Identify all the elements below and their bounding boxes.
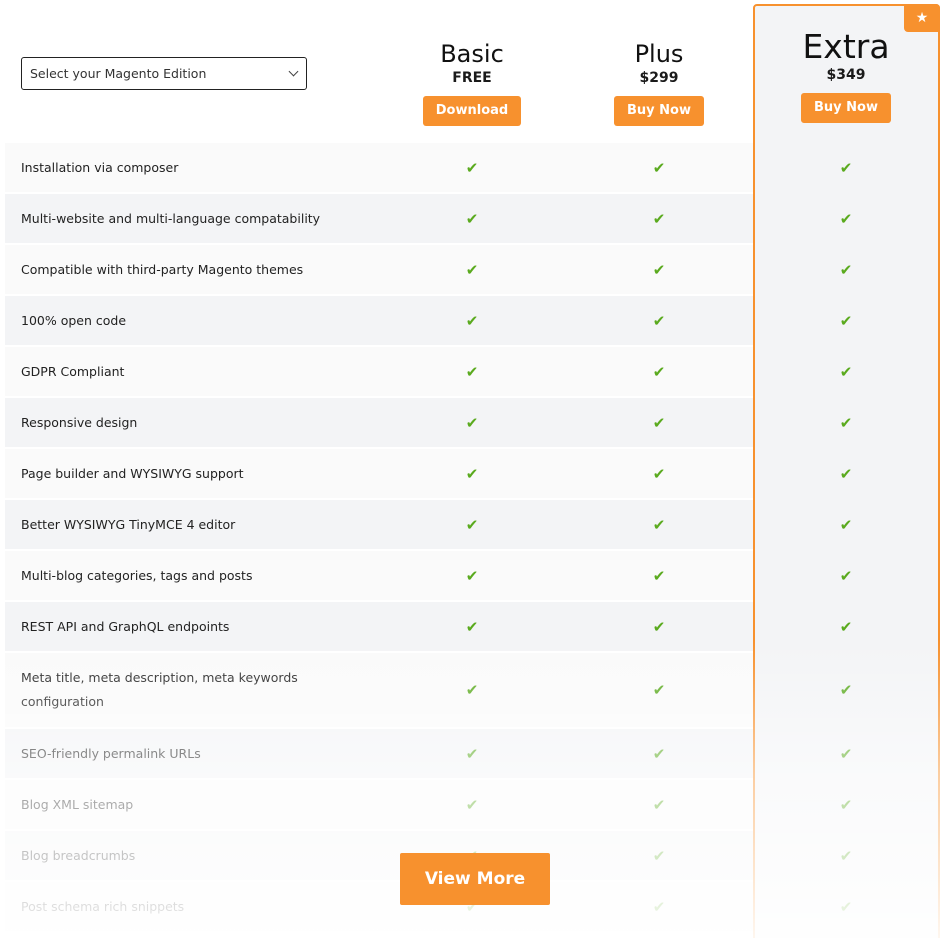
star-icon: ★ [904, 4, 940, 32]
check-icon-extra: ✔ [839, 897, 853, 916]
feature-label: Multi-blog categories, tags and posts [21, 567, 253, 583]
chevron-down-icon [288, 66, 299, 77]
check-icon-basic: ✔ [465, 311, 479, 330]
download-button[interactable]: Download [422, 96, 522, 126]
feature-row: Better WYSIWYG TinyMCE 4 editor ✔ ✔ ✔ [5, 500, 852, 549]
buy-now-plus-button[interactable]: Buy Now [614, 96, 704, 126]
check-icon-basic: ✔ [465, 260, 479, 279]
check-icon-plus: ✔ [652, 617, 666, 636]
plan-basic: Basic FREE Download [412, 40, 532, 126]
check-icon-plus: ✔ [652, 413, 666, 432]
check-icon-extra: ✔ [839, 464, 853, 483]
feature-label: Better WYSIWYG TinyMCE 4 editor [21, 516, 236, 532]
check-icon-basic: ✔ [465, 566, 479, 585]
check-icon-basic: ✔ [465, 158, 479, 177]
feature-label: Compatible with third-party Magento them… [21, 261, 304, 277]
check-icon-basic: ✔ [465, 744, 479, 763]
check-icon-plus: ✔ [652, 311, 666, 330]
feature-row: Responsive design ✔ ✔ ✔ [5, 398, 852, 447]
check-icon-plus: ✔ [652, 260, 666, 279]
feature-label: Multi-website and multi-language compata… [21, 210, 321, 226]
check-icon-plus: ✔ [652, 158, 666, 177]
feature-label: 100% open code [21, 312, 127, 328]
check-icon-extra: ✔ [839, 158, 853, 177]
plan-price: FREE [452, 70, 492, 86]
plan-name: Basic [440, 40, 504, 68]
feature-row: Compatible with third-party Magento them… [5, 245, 852, 294]
feature-row: Blog XML sitemap ✔ ✔ ✔ [5, 780, 852, 829]
edition-select-placeholder: Select your Magento Edition [30, 66, 207, 81]
edition-select[interactable]: Select your Magento Edition [21, 57, 307, 90]
feature-row: REST API and GraphQL endpoints ✔ ✔ ✔ [5, 602, 852, 651]
check-icon-basic: ✔ [465, 209, 479, 228]
check-icon-plus: ✔ [652, 681, 666, 699]
check-icon-extra: ✔ [839, 413, 853, 432]
feature-label: Blog XML sitemap [21, 796, 134, 812]
check-icon-basic: ✔ [465, 795, 479, 814]
feature-row: Multi-website and multi-language compata… [5, 194, 852, 243]
feature-label: REST API and GraphQL endpoints [21, 618, 230, 634]
check-icon-extra: ✔ [839, 795, 853, 814]
feature-row: Page builder and WYSIWYG support ✔ ✔ ✔ [5, 449, 852, 498]
check-icon-plus: ✔ [652, 464, 666, 483]
feature-label: Blog breadcrumbs [21, 847, 136, 863]
feature-label: Installation via composer [21, 159, 179, 175]
check-icon-extra: ✔ [839, 681, 853, 699]
feature-label: Page builder and WYSIWYG support [21, 465, 244, 481]
plan-plus: Plus $299 Buy Now [599, 40, 719, 126]
feature-row: Meta title, meta description, meta keywo… [5, 653, 852, 727]
check-icon-basic: ✔ [465, 413, 479, 432]
feature-row: GDPR Compliant ✔ ✔ ✔ [5, 347, 852, 396]
check-icon-plus: ✔ [652, 846, 666, 865]
check-icon-extra: ✔ [839, 209, 853, 228]
check-icon-extra: ✔ [839, 260, 853, 279]
feature-row: Multi-blog categories, tags and posts ✔ ✔ ✔ [5, 551, 852, 600]
check-icon-extra: ✔ [839, 311, 853, 330]
check-icon-plus: ✔ [652, 897, 666, 916]
plan-name: Plus [634, 40, 684, 68]
check-icon-plus: ✔ [652, 566, 666, 585]
check-icon-basic: ✔ [465, 464, 479, 483]
plan-price: $349 [826, 67, 866, 83]
feature-row: Post schema rich snippets ✔ ✔ ✔ [5, 882, 852, 931]
plan-extra: Extra $349 Buy Now [786, 29, 906, 123]
feature-row: Blog breadcrumbs✔✔✔ [5, 831, 852, 880]
check-icon-extra: ✔ [839, 846, 853, 865]
check-icon-plus: ✔ [652, 744, 666, 763]
check-icon-extra: ✔ [839, 566, 853, 585]
feature-row: SEO-friendly permalink URLs ✔ ✔ ✔ [5, 729, 852, 778]
check-icon-plus: ✔ [652, 795, 666, 814]
feature-row: 100% open code ✔ ✔ ✔ [5, 296, 852, 345]
check-icon-plus: ✔ [652, 515, 666, 534]
check-icon-basic: ✔ [465, 681, 479, 699]
check-icon-basic: ✔ [465, 617, 479, 636]
feature-label: GDPR Compliant [21, 363, 125, 379]
plan-price: $299 [639, 70, 679, 86]
check-icon-basic: ✔ [465, 515, 479, 534]
feature-label: Responsive design [21, 414, 138, 430]
check-icon-extra: ✔ [839, 744, 853, 763]
check-icon-basic: ✔ [465, 362, 479, 381]
feature-label: SEO-friendly permalink URLs [21, 745, 201, 761]
check-icon-plus: ✔ [652, 362, 666, 381]
feature-label: Post schema rich snippets [21, 898, 185, 914]
plan-name: Extra [802, 27, 890, 66]
check-icon-plus: ✔ [652, 209, 666, 228]
view-more-button[interactable]: View More [400, 853, 550, 905]
check-icon-extra: ✔ [839, 617, 853, 636]
feature-row: Installation via composer ✔ ✔ ✔ [5, 143, 852, 192]
check-icon-extra: ✔ [839, 515, 853, 534]
buy-now-extra-button[interactable]: Buy Now [801, 93, 891, 123]
check-icon-extra: ✔ [839, 362, 853, 381]
feature-label: Meta title, meta description, meta keywo… [21, 670, 298, 709]
